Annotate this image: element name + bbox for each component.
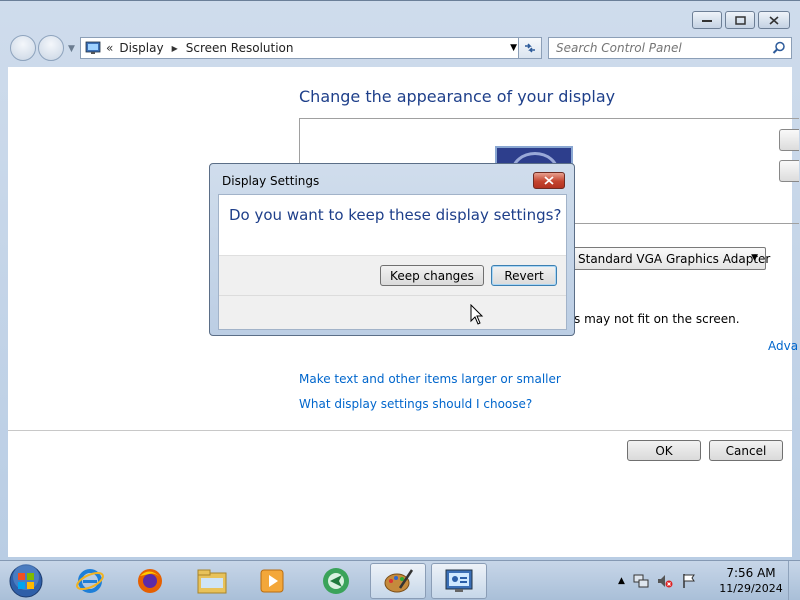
clock-date: 11/29/2024	[719, 582, 783, 595]
search-input[interactable]	[549, 38, 759, 58]
window-caption-buttons	[692, 11, 790, 29]
dialog-message: Do you want to keep these display settin…	[229, 206, 562, 224]
ok-button[interactable]: OK	[627, 440, 701, 461]
control-panel-icon	[85, 41, 101, 54]
chevron-down-icon: ▼	[751, 253, 758, 263]
address-bar[interactable]: « Display ▶ Screen Resolution ▼	[80, 37, 524, 59]
dialog-footer	[219, 295, 566, 329]
volume-muted-icon[interactable]	[657, 573, 673, 589]
keep-changes-button[interactable]: Keep changes	[380, 265, 484, 286]
taskbar-file-explorer[interactable]	[184, 563, 240, 599]
clock-time: 7:56 AM	[726, 566, 776, 580]
app-arrow-icon	[323, 568, 349, 594]
show-hidden-icons-icon[interactable]: ▲	[618, 576, 625, 586]
firefox-icon	[138, 569, 162, 593]
close-icon	[544, 176, 554, 185]
maximize-button[interactable]	[725, 11, 755, 29]
minimize-button[interactable]	[692, 11, 722, 29]
network-icon[interactable]	[633, 573, 649, 589]
search-icon[interactable]	[772, 41, 786, 55]
page-title: Change the appearance of your display	[299, 87, 616, 106]
dialog-title: Display Settings	[222, 174, 320, 188]
advanced-settings-link[interactable]: Adva	[768, 339, 798, 353]
dialog-button-row: Keep changes Revert	[219, 255, 566, 295]
mouse-cursor-icon	[470, 304, 484, 325]
close-icon	[769, 15, 779, 25]
control-panel-icon	[445, 569, 473, 592]
navigation-bar: ▼ « Display ▶ Screen Resolution ▼	[8, 35, 792, 61]
restore-icon	[734, 15, 746, 25]
file-explorer-icon	[197, 569, 227, 594]
media-player-icon	[260, 569, 284, 593]
refresh-button[interactable]	[518, 37, 542, 59]
revert-button[interactable]: Revert	[491, 265, 557, 286]
display-adapter-dropdown[interactable]: Standard VGA Graphics Adapter ▼	[570, 247, 770, 270]
taskbar-control-panel[interactable]	[431, 563, 487, 599]
taskbar-media-player[interactable]	[244, 563, 300, 599]
breadcrumb-screen-resolution[interactable]: Screen Resolution	[186, 41, 294, 55]
breadcrumb-separator-icon[interactable]: ▶	[172, 44, 178, 53]
forward-button[interactable]	[38, 35, 64, 61]
fit-warning-text: s may not fit on the screen.	[574, 312, 740, 326]
show-desktop-button[interactable]	[788, 561, 800, 600]
dialog-close-button[interactable]	[533, 172, 565, 189]
divider	[8, 430, 792, 431]
recent-pages-dropdown-icon[interactable]: ▼	[68, 44, 75, 54]
text-size-link[interactable]: Make text and other items larger or smal…	[299, 372, 561, 386]
breadcrumb-display[interactable]: Display	[119, 41, 163, 55]
start-orb-icon[interactable]	[6, 563, 46, 599]
window-close-button[interactable]	[758, 11, 790, 29]
display-adapter-value: Standard VGA Graphics Adapter	[578, 251, 771, 266]
action-center-flag-icon[interactable]	[681, 573, 697, 589]
taskbar-app[interactable]	[308, 563, 364, 599]
paint-icon	[384, 569, 414, 593]
display-settings-dialog: Display Settings Do you want to keep the…	[209, 163, 575, 336]
taskbar-firefox[interactable]	[122, 563, 178, 599]
identify-button[interactable]	[779, 160, 799, 182]
taskbar-paint[interactable]	[370, 563, 426, 599]
taskbar-internet-explorer[interactable]	[62, 563, 118, 599]
breadcrumb-overflow-icon[interactable]: «	[106, 41, 113, 55]
internet-explorer-icon	[76, 569, 104, 593]
back-button[interactable]	[10, 35, 36, 61]
address-dropdown-icon[interactable]: ▼	[510, 43, 517, 53]
clock[interactable]: 7:56 AM 11/29/2024	[716, 565, 786, 597]
cancel-button[interactable]: Cancel	[709, 440, 783, 461]
detect-button[interactable]	[779, 129, 799, 151]
search-box[interactable]	[548, 37, 792, 59]
display-help-link[interactable]: What display settings should I choose?	[299, 397, 532, 411]
refresh-icon	[525, 43, 535, 53]
system-tray: ▲	[618, 561, 697, 600]
taskbar: ▲ 7:56 AM 11/29/2024	[0, 560, 800, 600]
dialog-body: Do you want to keep these display settin…	[218, 194, 567, 330]
minimize-icon	[702, 20, 712, 22]
